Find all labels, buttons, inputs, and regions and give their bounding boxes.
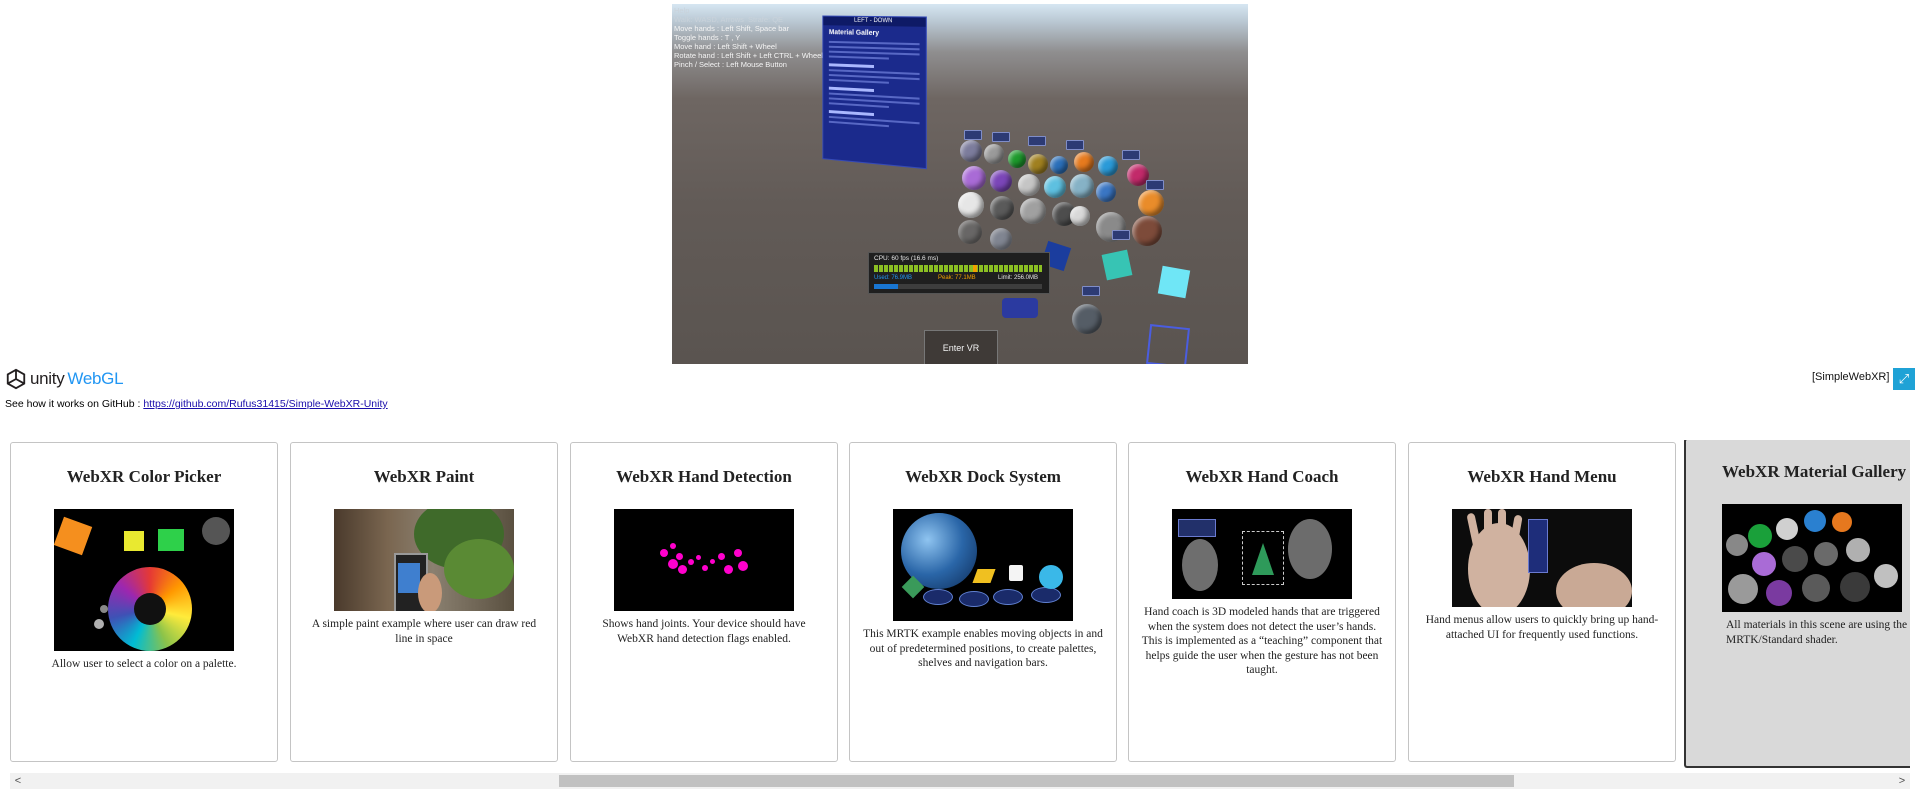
card-dock-system[interactable]: WebXR Dock System This MRTK example enab…	[849, 442, 1117, 762]
memory-used: Used: 76.9MB	[874, 275, 913, 281]
card-title: WebXR Hand Coach	[1185, 467, 1339, 486]
card-description: Allow user to select a color on a palett…	[51, 658, 237, 670]
card-title: WebXR Paint	[373, 467, 475, 486]
panel-title: Material Gallery	[828, 29, 880, 38]
horizontal-scrollbar[interactable]: < >	[10, 773, 1910, 789]
unity-cube-icon	[6, 368, 26, 390]
card-title: WebXR Dock System	[905, 467, 1061, 486]
scroll-left-button[interactable]: <	[10, 773, 26, 789]
fullscreen-icon: ⤢	[1898, 371, 1910, 386]
card-color-picker[interactable]: WebXR Color Picker Allow user to select …	[10, 442, 278, 762]
enter-vr-button[interactable]: Enter VR	[924, 330, 998, 364]
card-material-gallery[interactable]: WebXR Material Gallery All materials in …	[1684, 440, 1910, 768]
card-paint[interactable]: WebXR Paint A simple paint example where…	[290, 442, 558, 762]
logo-webgl-text: WebGL	[67, 369, 124, 388]
card-description: Hand menus allow users to quickly bring …	[1425, 614, 1659, 641]
card-description: All materials in this scene are using th…	[1726, 619, 1908, 646]
card-title: WebXR Material Gallery	[1722, 462, 1907, 481]
github-link[interactable]: https://github.com/Rufus31415/Simple-Web…	[143, 398, 387, 410]
card-thumbnail	[1722, 504, 1902, 612]
card-description: Shows hand joints. Your device should ha…	[602, 618, 806, 645]
github-line: See how it works on GitHub : https://git…	[5, 398, 388, 410]
card-hand-coach[interactable]: WebXR Hand Coach Hand coach is 3D modele…	[1128, 442, 1396, 762]
card-thumbnail	[54, 509, 234, 651]
material-gallery-panel[interactable]: LEFT - DOWN Material Gallery	[822, 15, 927, 170]
card-hand-detection[interactable]: WebXR Hand Detection Shows hand joints. …	[570, 442, 838, 762]
card-title: WebXR Color Picker	[66, 467, 222, 486]
card-title: WebXR Hand Menu	[1467, 467, 1617, 486]
memory-peak: Peak: 77.1MB	[938, 275, 976, 281]
help-text: Help Walk: WASD, Arrows Strafe: QE Move …	[674, 6, 823, 69]
scroll-right-button[interactable]: >	[1894, 773, 1910, 789]
card-description: Hand coach is 3D modeled hands that are …	[1141, 606, 1383, 676]
examples-carousel: WebXR Color Picker Allow user to select …	[0, 440, 1910, 770]
build-title: [SimpleWebXR]	[1812, 371, 1890, 383]
logo-unity-text: unity	[30, 369, 65, 388]
memory-limit: Limit: 256.0MB	[998, 275, 1039, 281]
card-description: This MRTK example enables moving objects…	[863, 628, 1103, 669]
card-description: A simple paint example where user can dr…	[311, 618, 537, 645]
card-thumbnail	[893, 509, 1073, 621]
card-thumbnail	[1172, 509, 1352, 599]
card-hand-menu[interactable]: WebXR Hand Menu Hand menus allow users t…	[1408, 442, 1676, 762]
unity-webgl-logo: unity WebGL	[5, 368, 124, 390]
performance-stats: CPU: 60 fps (16.6 ms) Used: 76.9MB Peak:…	[868, 252, 1050, 294]
github-prefix: See how it works on GitHub :	[5, 398, 144, 410]
unity-canvas[interactable]: Help Walk: WASD, Arrows Strafe: QE Move …	[672, 4, 1248, 364]
scrollbar-thumb[interactable]	[559, 775, 1514, 787]
card-thumbnail	[334, 509, 514, 611]
card-title: WebXR Hand Detection	[616, 467, 792, 486]
card-thumbnail	[1452, 509, 1632, 607]
fullscreen-button[interactable]: ⤢	[1893, 368, 1915, 390]
fps-readout: CPU: 60 fps (16.6 ms)	[874, 255, 939, 262]
card-thumbnail	[614, 509, 794, 611]
